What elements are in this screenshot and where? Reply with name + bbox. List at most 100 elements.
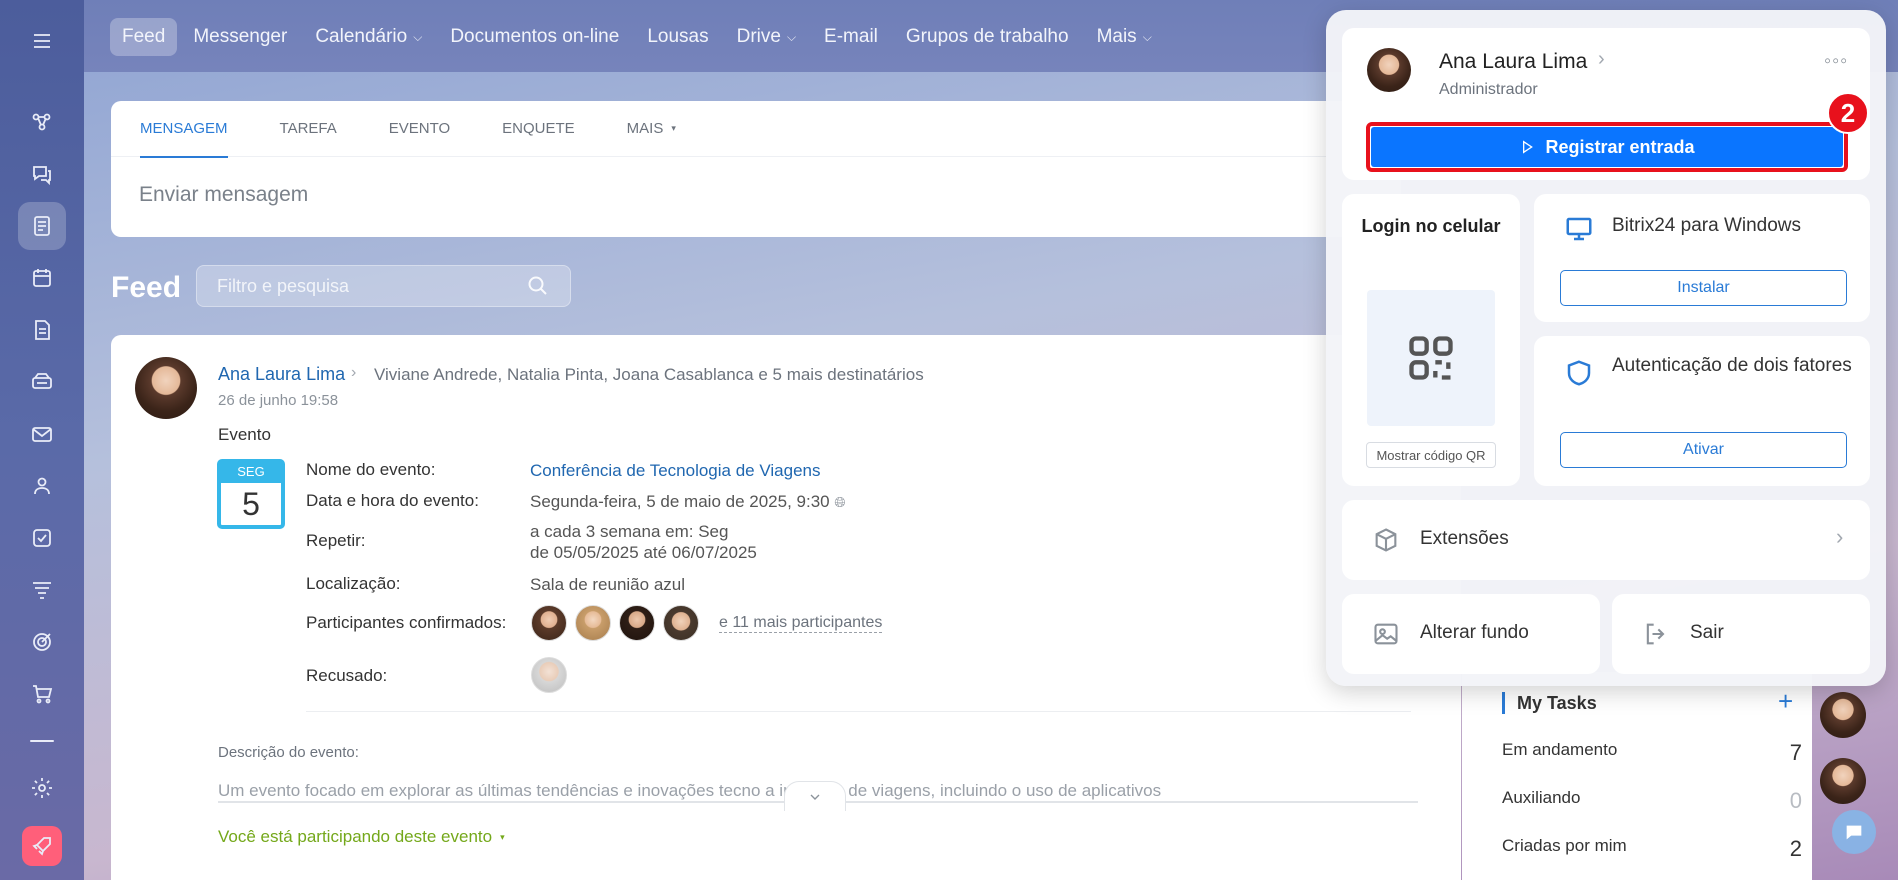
caret-down-icon: ▾: [500, 831, 505, 842]
profile-name[interactable]: Ana Laura Lima: [1439, 50, 1587, 74]
windows-app-card: Bitrix24 para Windows Instalar: [1534, 194, 1870, 322]
collab-icon[interactable]: [18, 98, 66, 146]
settings-icon[interactable]: [18, 764, 66, 812]
feed-icon[interactable]: [18, 202, 66, 250]
my-tasks-widget: My Tasks + Em andamento 7 Auxiliando 0 Cri…: [1462, 672, 1812, 880]
image-icon: [1374, 623, 1398, 645]
nav-item-documents[interactable]: Documentos on-line: [438, 18, 631, 56]
document-icon[interactable]: [18, 306, 66, 354]
rocket-icon[interactable]: [22, 826, 62, 866]
funnel-icon[interactable]: [18, 566, 66, 614]
chat-icon[interactable]: [18, 150, 66, 198]
menu-icon[interactable]: [18, 17, 66, 65]
nav-item-calendar[interactable]: Calendário ⌵: [303, 18, 434, 56]
page-title: Feed: [111, 271, 182, 304]
profile-popup: Ana Laura Lima › Administrador ◦◦◦ Regis…: [1326, 10, 1886, 686]
event-name-link[interactable]: Conferência de Tecnologia de Viagens: [530, 460, 820, 481]
user-avatar[interactable]: [1820, 758, 1866, 804]
expand-description-button[interactable]: [784, 781, 846, 811]
refused-avatar[interactable]: [531, 657, 567, 693]
message-input[interactable]: Enviar mensagem: [111, 157, 1401, 207]
profile-card: Ana Laura Lima › Administrador ◦◦◦ Regis…: [1342, 28, 1870, 180]
chat-bubble-icon: [1846, 825, 1862, 840]
description-text: Um evento focado em explorar as últimas …: [218, 781, 1162, 800]
nav-item-drive[interactable]: Drive ⌵: [725, 18, 808, 56]
logout-button[interactable]: Sair: [1612, 594, 1870, 674]
timezone-globe-icon: 🌐︎: [834, 494, 846, 510]
chevron-right-icon: ›: [1836, 524, 1844, 549]
event-datetime-value: Segunda-feira, 5 de maio de 2025, 9:30 🌐…: [530, 492, 846, 511]
event-repeat-value: a cada 3 semana em: Seg de 05/05/2025 at…: [530, 522, 757, 562]
author-avatar[interactable]: [135, 357, 197, 419]
tab-message[interactable]: MENSAGEM: [140, 101, 228, 158]
post-composer: MENSAGEM TAREFA EVENTO ENQUETE MAIS ▾ Env…: [111, 101, 1401, 237]
cart-icon[interactable]: [18, 670, 66, 718]
chevron-down-icon: ⌵: [786, 29, 797, 44]
participant-avatar[interactable]: [531, 605, 567, 641]
nav-item-feed[interactable]: Feed: [110, 18, 178, 56]
divider: [306, 711, 1411, 712]
participation-status[interactable]: Você está participando deste evento ▾: [218, 827, 505, 847]
post-author[interactable]: Ana Laura Lima: [218, 364, 345, 385]
chat-bubble-button[interactable]: [1832, 810, 1876, 854]
nav-item-boards[interactable]: Lousas: [635, 18, 720, 56]
groups-icon[interactable]: [18, 462, 66, 510]
logout-icon: [1646, 623, 1665, 645]
show-qr-button[interactable]: Mostrar código QR: [1366, 442, 1496, 468]
mail-icon[interactable]: [18, 410, 66, 458]
play-icon: [1523, 140, 1534, 154]
composer-tabs: MENSAGEM TAREFA EVENTO ENQUETE MAIS ▾: [111, 101, 1401, 158]
mobile-login-title: Login no celular: [1361, 216, 1501, 236]
chevron-right-icon: ›: [1598, 48, 1605, 70]
more-options-icon[interactable]: ◦◦◦: [1824, 50, 1848, 73]
confirmed-participants-label: Participantes confirmados:: [306, 613, 507, 632]
feed-post: Ana Laura Lima › Viviane Andrede, Natali…: [111, 335, 1461, 880]
task-row[interactable]: Em andamento 7: [1502, 740, 1802, 766]
task-row[interactable]: Auxiliando 0: [1502, 788, 1802, 814]
monitor-icon: [1566, 217, 1592, 241]
checkin-button-highlight: Registrar entrada: [1366, 122, 1848, 172]
event-location-value: Sala de reunião azul: [530, 575, 686, 594]
tab-task[interactable]: TAREFA: [280, 101, 337, 157]
install-button[interactable]: Instalar: [1560, 270, 1847, 306]
drive-icon[interactable]: [18, 358, 66, 406]
left-rail: [0, 0, 84, 880]
post-recipients[interactable]: Viviane Andrede, Natalia Pinta, Joana Ca…: [374, 365, 924, 385]
target-icon[interactable]: [18, 618, 66, 666]
change-background-button[interactable]: Alterar fundo: [1342, 594, 1600, 674]
tab-event[interactable]: EVENTO: [389, 101, 450, 157]
search-icon: [528, 276, 547, 295]
filter-search-input[interactable]: Filtro e pesquisa: [196, 265, 571, 307]
tab-more[interactable]: MAIS ▾: [627, 101, 676, 157]
add-task-button[interactable]: +: [1778, 686, 1793, 717]
calendar-icon[interactable]: [18, 254, 66, 302]
top-navigation: Feed Messenger Calendário ⌵ Documentos on…: [110, 17, 1164, 57]
nav-item-email[interactable]: E-mail: [812, 18, 890, 56]
nav-item-more[interactable]: Mais ⌵: [1085, 18, 1164, 56]
nav-item-workgroups[interactable]: Grupos de trabalho: [894, 18, 1081, 56]
two-factor-title: Autenticação de dois fatores: [1612, 355, 1852, 376]
checkin-button[interactable]: Registrar entrada: [1371, 127, 1843, 167]
description-label: Descrição do evento:: [218, 744, 359, 761]
event-location-label: Localização:: [306, 574, 401, 593]
tasks-icon[interactable]: [18, 514, 66, 562]
confirmed-participants: e 11 mais participantes: [531, 605, 883, 641]
activate-button[interactable]: Ativar: [1560, 432, 1847, 468]
two-factor-card: Autenticação de dois fatores Ativar: [1534, 336, 1870, 486]
user-avatar[interactable]: [1820, 692, 1866, 738]
task-row[interactable]: Criadas por mim 2: [1502, 836, 1802, 862]
more-participants-link[interactable]: e 11 mais participantes: [719, 614, 883, 633]
participant-avatar[interactable]: [575, 605, 611, 641]
profile-avatar[interactable]: [1367, 48, 1411, 92]
participant-avatar[interactable]: [619, 605, 655, 641]
mobile-login-card: Login no celular Mostrar código QR: [1342, 194, 1520, 486]
rail-separator: [30, 740, 54, 742]
tab-poll[interactable]: ENQUETE: [502, 101, 575, 157]
nav-item-messenger[interactable]: Messenger: [181, 18, 299, 56]
participant-avatar[interactable]: [663, 605, 699, 641]
extensions-item[interactable]: Extensões ›: [1342, 500, 1870, 580]
caret-down-icon: ▾: [671, 123, 676, 133]
chevron-down-icon: ⌵: [413, 29, 423, 44]
windows-app-title: Bitrix24 para Windows: [1612, 215, 1802, 236]
post-date[interactable]: 26 de junho 19:58: [218, 392, 338, 409]
